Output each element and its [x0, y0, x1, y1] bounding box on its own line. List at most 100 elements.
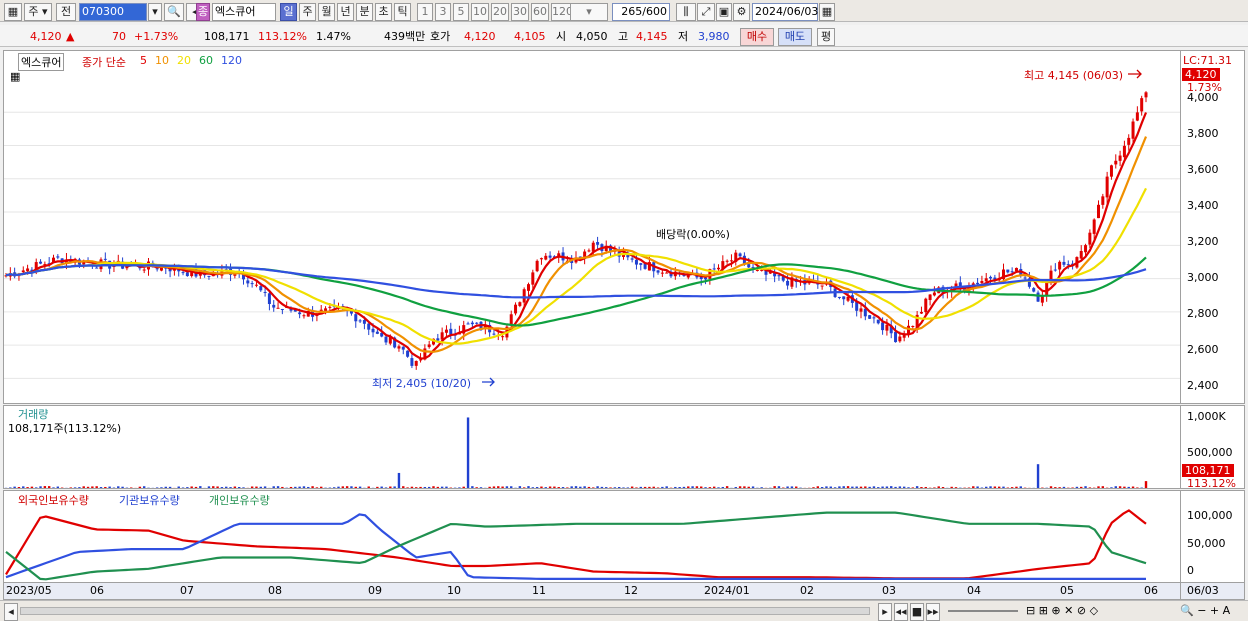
volume-bar: [924, 486, 927, 488]
period-button[interactable]: 월: [318, 3, 335, 21]
candle-body: [976, 282, 980, 285]
date-input[interactable]: 2024/06/03: [752, 3, 818, 21]
volume-bar: [350, 486, 353, 488]
volume-bar: [760, 487, 763, 488]
interval-button[interactable]: 5: [453, 3, 469, 21]
count-input[interactable]: 265/600: [612, 3, 670, 21]
candle-body: [254, 284, 258, 286]
candle-body: [712, 268, 716, 270]
volume-bar: [423, 486, 427, 488]
volume-bar: [86, 486, 90, 488]
play-icon[interactable]: ▸: [878, 603, 892, 621]
price-chart[interactable]: [4, 51, 1181, 404]
tool-icons[interactable]: ⊟ ⊞ ⊕ ✕ ⊘ ◇: [1026, 604, 1098, 617]
calendar-icon[interactable]: ▦: [819, 3, 835, 21]
volume-bar: [1028, 487, 1031, 488]
legend-individual: 개인보유수량: [209, 494, 270, 507]
volume-bar: [963, 487, 966, 488]
holding-chart[interactable]: [4, 491, 1181, 583]
rewind-icon[interactable]: ◂◂: [894, 603, 908, 621]
candle-body: [980, 280, 984, 284]
cross-icon[interactable]: ⤢: [697, 3, 715, 21]
horizontal-scrollbar[interactable]: [20, 607, 870, 615]
interval-button[interactable]: 30: [511, 3, 529, 21]
candle-icon[interactable]: ⫼: [676, 3, 696, 21]
candle-body: [1101, 196, 1105, 205]
volume-bar: [65, 487, 68, 488]
type-select[interactable]: 주 ▾: [24, 3, 52, 21]
volume-bar: [1127, 486, 1130, 488]
volume-bar: [1140, 487, 1143, 488]
volume-bar: [687, 486, 690, 488]
volume-bar: [440, 486, 444, 488]
interval-button[interactable]: 20: [491, 3, 509, 21]
volume-bar: [108, 486, 111, 488]
forward-icon[interactable]: ▸▸: [926, 603, 940, 621]
zoom-icons[interactable]: 🔍 − + A: [1180, 604, 1230, 617]
volume-bar: [1058, 487, 1061, 488]
volume-bar: [950, 486, 953, 488]
ma-legend-item: 60: [199, 54, 213, 67]
layout-icon[interactable]: ▦: [4, 3, 22, 21]
period-button[interactable]: 일: [280, 3, 297, 21]
period-button[interactable]: 틱: [394, 3, 411, 21]
candle-body: [1006, 269, 1010, 273]
candle-body: [95, 267, 99, 269]
prev-button[interactable]: 전: [56, 3, 76, 21]
candle-body: [527, 284, 530, 291]
zoom-slider[interactable]: [948, 610, 1018, 612]
interval-button[interactable]: 10: [471, 3, 489, 21]
volume-bar: [587, 486, 591, 488]
period-button[interactable]: 년: [337, 3, 354, 21]
volume-chart[interactable]: [4, 406, 1181, 489]
candle-body: [375, 331, 379, 334]
blank-select[interactable]: ▾: [570, 3, 608, 21]
interval-button[interactable]: 60: [531, 3, 549, 21]
period-button[interactable]: 주: [299, 3, 316, 21]
name-tag: 엑스큐어: [18, 53, 65, 71]
save-icon[interactable]: ▣: [716, 3, 732, 21]
candle-body: [989, 276, 993, 279]
code-dropdown-icon[interactable]: ▾: [148, 3, 162, 21]
volume-bar: [838, 486, 841, 488]
volume-bar: [1105, 487, 1109, 488]
volume-bar: [488, 486, 491, 488]
volume-bar: [47, 486, 51, 488]
grid-icon[interactable]: ▦: [10, 70, 20, 83]
volume-bar: [285, 487, 288, 488]
volume-bar: [864, 486, 867, 488]
x-tick-label: 2024/01: [704, 584, 750, 597]
search-icon[interactable]: 🔍: [164, 3, 184, 21]
volume-bar: [466, 417, 470, 488]
volume-bar: [583, 486, 586, 488]
x-tick-label: 06: [1144, 584, 1158, 597]
volume-bar: [458, 487, 461, 488]
candle-body: [207, 275, 211, 277]
sell-button[interactable]: 매도: [778, 28, 812, 46]
hold-tick-3: 0: [1187, 564, 1194, 577]
candle-body: [492, 333, 496, 335]
open-price: 4,050: [576, 30, 608, 43]
eval-button[interactable]: 평: [817, 28, 835, 46]
candle-body: [885, 324, 889, 331]
volume-bar: [492, 486, 496, 488]
volume-bar: [700, 486, 703, 488]
last-price-tag: 4,120: [1182, 68, 1220, 81]
stop-icon[interactable]: ■: [910, 603, 924, 621]
period-button[interactable]: 초: [375, 3, 392, 21]
volume-summary: 108,171주(113.12%): [8, 422, 122, 435]
volume-bar: [747, 486, 750, 488]
volume-bar: [164, 486, 167, 488]
scroll-left-icon[interactable]: ◂: [4, 603, 18, 621]
candle-body: [1079, 250, 1083, 259]
stock-code-input[interactable]: 070300: [79, 3, 147, 21]
interval-button[interactable]: 3: [435, 3, 451, 21]
volume-bar: [505, 486, 509, 488]
turnover: 1.47%: [316, 30, 351, 43]
buy-button[interactable]: 매수: [740, 28, 774, 46]
volume-bar: [937, 486, 940, 488]
gear-icon[interactable]: ⚙: [733, 3, 750, 21]
period-button[interactable]: 분: [356, 3, 373, 21]
interval-button[interactable]: 1: [417, 3, 433, 21]
candle-body: [1097, 204, 1100, 219]
